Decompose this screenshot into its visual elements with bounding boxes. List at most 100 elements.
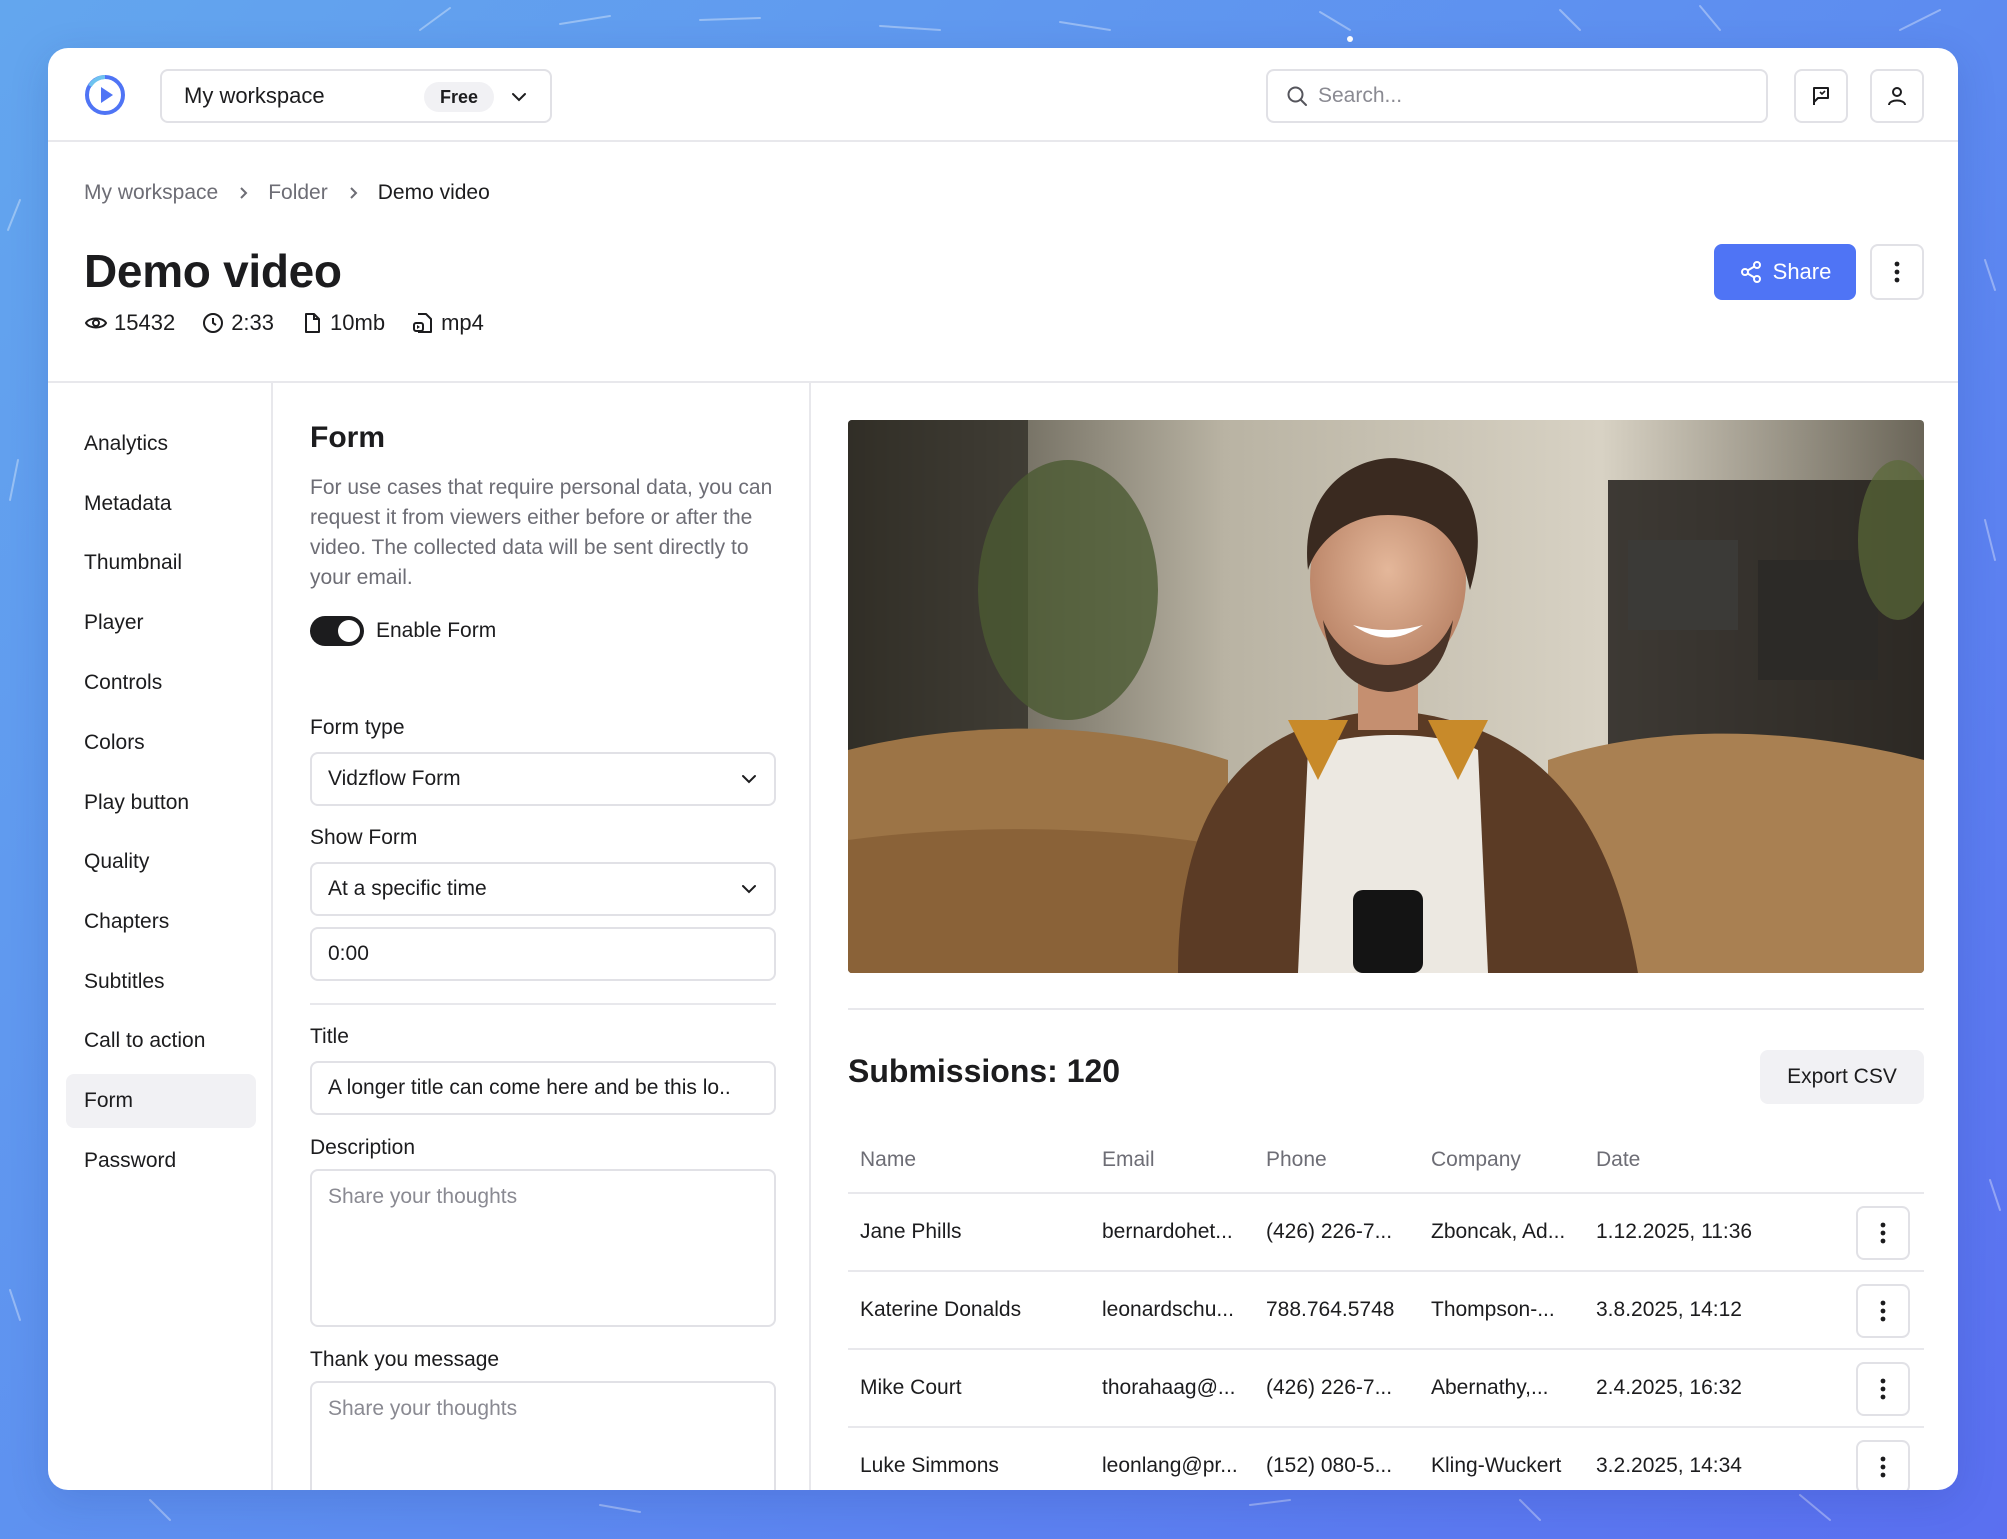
- video-file-icon: [413, 313, 433, 333]
- sidebar-item-call-to-action[interactable]: Call to action: [66, 1014, 256, 1068]
- cell-name: Mike Court: [860, 1376, 962, 1399]
- table-row[interactable]: Luke Simmons leonlang@pr... (152) 080-5.…: [848, 1428, 1924, 1490]
- app-window: My workspace Free My workspace Folder De…: [48, 48, 1958, 1490]
- export-csv-button[interactable]: Export CSV: [1760, 1050, 1924, 1104]
- vidzflow-logo-icon[interactable]: [82, 72, 128, 118]
- share-icon: [1740, 261, 1761, 283]
- feedback-button[interactable]: [1794, 69, 1848, 123]
- video-preview[interactable]: [848, 420, 1924, 973]
- duration-meta: 2:33: [201, 310, 274, 336]
- cell-phone: (426) 226-7...: [1266, 1220, 1393, 1243]
- workspace-switcher[interactable]: My workspace Free: [160, 69, 552, 123]
- cell-email: thorahaag@...: [1102, 1376, 1236, 1399]
- column-header-date[interactable]: Date: [1596, 1148, 1640, 1172]
- title-label: Title: [310, 1025, 349, 1048]
- table-header: Name Email Phone Company Date: [848, 1128, 1924, 1194]
- views-meta: 15432: [84, 310, 175, 336]
- more-vertical-icon: [1880, 1378, 1886, 1400]
- sidebar-item-thumbnail[interactable]: Thumbnail: [66, 536, 256, 590]
- format-meta: mp4: [411, 310, 484, 336]
- table-row[interactable]: Jane Phills bernardohet... (426) 226-7..…: [848, 1194, 1924, 1272]
- form-divider: [310, 1003, 776, 1005]
- column-header-email[interactable]: Email: [1102, 1148, 1155, 1172]
- cell-phone: 788.764.5748: [1266, 1298, 1395, 1321]
- cell-company: Zboncak, Ad...: [1431, 1220, 1566, 1243]
- workspace-name: My workspace: [184, 83, 325, 108]
- breadcrumb-folder[interactable]: Folder: [268, 181, 328, 205]
- submissions-table: Name Email Phone Company Date Jane Phill…: [848, 1128, 1924, 1490]
- search-input[interactable]: [1318, 84, 1738, 108]
- sidebar-item-password[interactable]: Password: [66, 1134, 256, 1188]
- more-vertical-icon: [1894, 261, 1900, 283]
- breadcrumb: My workspace Folder Demo video: [84, 181, 490, 205]
- sidebar-item-subtitles[interactable]: Subtitles: [66, 955, 256, 1009]
- format-value: mp4: [441, 310, 484, 335]
- form-type-value: Vidzflow Form: [328, 767, 461, 790]
- cell-name: Katerine Donalds: [860, 1298, 1022, 1321]
- top-bar: My workspace Free: [48, 48, 1958, 142]
- views-count: 15432: [114, 310, 176, 335]
- eye-icon: [84, 317, 108, 329]
- enable-form-toggle[interactable]: [310, 616, 364, 646]
- cell-company: Kling-Wuckert: [1431, 1454, 1562, 1477]
- sidebar-item-quality[interactable]: Quality: [66, 835, 256, 889]
- row-actions-button[interactable]: [1856, 1284, 1910, 1338]
- form-type-label: Form type: [310, 716, 405, 739]
- clock-icon: [203, 313, 224, 333]
- share-label: Share: [1772, 259, 1832, 284]
- search-icon: [1287, 86, 1307, 106]
- sidebar-item-colors[interactable]: Colors: [66, 716, 256, 770]
- description-textarea[interactable]: Share your thoughts: [310, 1169, 776, 1327]
- cell-name: Jane Phills: [860, 1220, 962, 1243]
- sidebar-item-controls[interactable]: Controls: [66, 656, 256, 710]
- breadcrumb-workspace[interactable]: My workspace: [84, 181, 218, 205]
- thank-you-label: Thank you message: [310, 1348, 500, 1371]
- user-icon: [1888, 87, 1906, 106]
- show-form-select[interactable]: At a specific time: [310, 862, 776, 916]
- settings-sidebar: Analytics Metadata Thumbnail Player Cont…: [48, 383, 273, 1490]
- duration-value: 2:33: [231, 310, 275, 335]
- sidebar-item-metadata[interactable]: Metadata: [66, 477, 256, 531]
- form-type-select[interactable]: Vidzflow Form: [310, 752, 776, 806]
- enable-form-label: Enable Form: [376, 619, 497, 642]
- column-header-company[interactable]: Company: [1431, 1148, 1521, 1172]
- user-profile-button[interactable]: [1870, 69, 1924, 123]
- video-divider: [848, 1008, 1924, 1010]
- thank-you-placeholder: Share your thoughts: [328, 1397, 518, 1420]
- column-header-phone[interactable]: Phone: [1266, 1148, 1327, 1172]
- sidebar-item-player[interactable]: Player: [66, 596, 256, 650]
- cell-date: 3.8.2025, 14:12: [1596, 1298, 1742, 1321]
- table-row[interactable]: Mike Court thorahaag@... (426) 226-7... …: [848, 1350, 1924, 1428]
- more-options-button[interactable]: [1870, 244, 1924, 300]
- cell-company: Thompson-...: [1431, 1298, 1555, 1321]
- sidebar-item-form[interactable]: Form: [66, 1074, 256, 1128]
- sidebar-item-play-button[interactable]: Play button: [66, 776, 256, 830]
- submissions-title: Submissions: 120: [848, 1053, 1121, 1089]
- time-input[interactable]: 0:00: [310, 927, 776, 981]
- share-button[interactable]: Share: [1714, 244, 1856, 300]
- file-icon: [305, 313, 321, 333]
- cell-email: leonlang@pr...: [1102, 1454, 1238, 1477]
- cell-email: bernardohet...: [1102, 1220, 1233, 1243]
- thank-you-textarea[interactable]: Share your thoughts: [310, 1381, 776, 1490]
- table-row[interactable]: Katerine Donalds leonardschu... 788.764.…: [848, 1272, 1924, 1350]
- form-settings-panel: Form For use cases that require personal…: [275, 383, 811, 1490]
- title-input[interactable]: A longer title can come here and be this…: [310, 1061, 776, 1115]
- row-actions-button[interactable]: [1856, 1362, 1910, 1416]
- video-thumbnail-image: [848, 420, 1924, 973]
- cell-date: 1.12.2025, 11:36: [1596, 1220, 1753, 1243]
- sidebar-item-chapters[interactable]: Chapters: [66, 895, 256, 949]
- search-box[interactable]: [1266, 69, 1768, 123]
- breadcrumb-current: Demo video: [377, 181, 490, 204]
- chevron-right-icon: [346, 186, 360, 200]
- more-vertical-icon: [1880, 1456, 1886, 1478]
- plan-badge: Free: [424, 82, 495, 112]
- show-form-value: At a specific time: [328, 877, 487, 900]
- row-actions-button[interactable]: [1856, 1206, 1910, 1260]
- flag-message-icon: [1813, 87, 1829, 105]
- row-actions-button[interactable]: [1856, 1440, 1910, 1490]
- column-header-name[interactable]: Name: [860, 1148, 916, 1172]
- description-placeholder: Share your thoughts: [328, 1185, 518, 1208]
- cell-email: leonardschu...: [1102, 1298, 1234, 1321]
- sidebar-item-analytics[interactable]: Analytics: [66, 417, 256, 471]
